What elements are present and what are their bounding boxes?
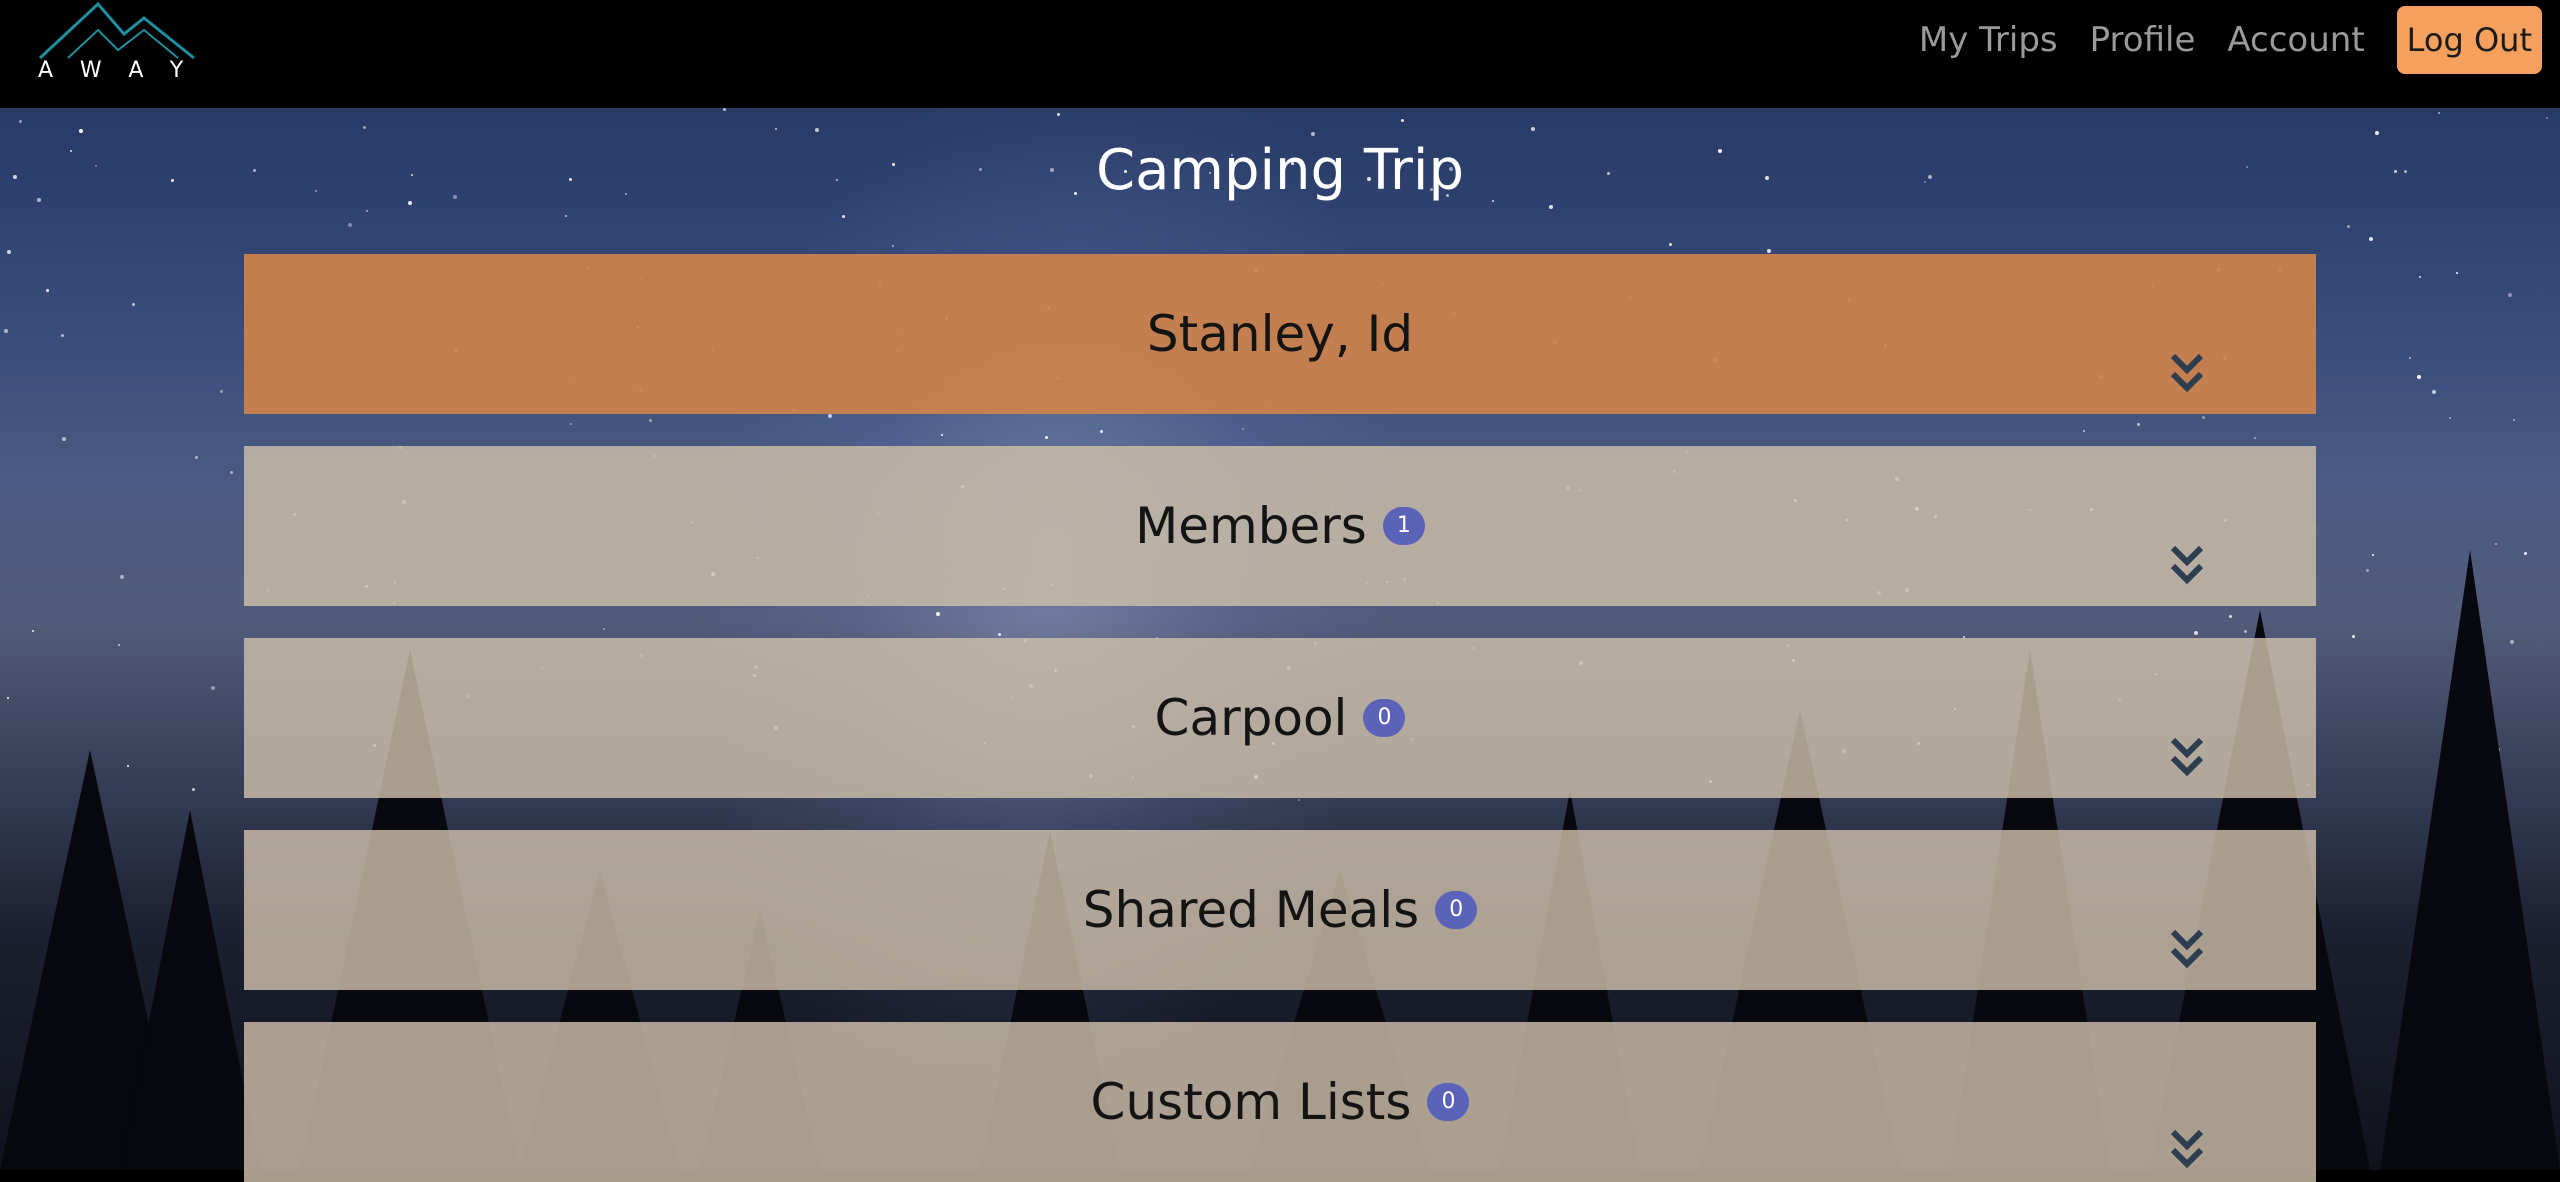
star [120,575,124,579]
star [892,245,894,247]
nav-link-profile[interactable]: Profile [2090,20,2196,60]
star [32,630,34,632]
star [1057,113,1060,116]
star [998,633,1001,636]
star [936,612,940,616]
shared-meals-count-badge: 0 [1435,891,1478,929]
star [2495,543,2497,545]
star [366,210,368,212]
star [2417,375,2421,379]
star [1549,205,1553,209]
star [2372,554,2374,556]
panel-shared-meals-label: Shared Meals [1082,881,1420,939]
members-count-badge: 1 [1382,507,1425,545]
logo-wordmark: AWAY [38,58,212,83]
star [1242,428,1244,430]
logout-button[interactable]: Log Out [2396,6,2542,74]
star [195,456,198,459]
star [363,126,366,129]
carpool-count-badge: 0 [1363,699,1406,737]
star [211,686,215,690]
panel-custom-lists[interactable]: Custom Lists 0 [244,1022,2316,1182]
star [2369,237,2373,241]
star [19,120,22,123]
tree-silhouette [120,810,260,1170]
star [1401,119,1404,122]
mountain-logo-icon [38,1,195,60]
star [2366,569,2369,572]
star [2419,276,2421,278]
star [2254,437,2256,439]
page-title: Camping Trip [1095,138,1465,203]
star [2508,293,2512,297]
panel-members-label: Members [1135,497,1367,555]
star [1100,430,1103,433]
panel-custom-lists-label: Custom Lists [1090,1073,1412,1131]
star [2432,390,2436,394]
star [132,303,135,306]
star [1531,127,1535,131]
star [4,329,8,333]
star [61,334,64,337]
star [192,788,195,791]
chevron-double-down-icon[interactable] [2170,352,2204,394]
chevron-double-down-icon[interactable] [2170,736,2204,778]
star [570,423,572,425]
panel-location[interactable]: Stanley, Id [244,254,2316,414]
star [2347,225,2350,228]
star [118,644,120,646]
panel-shared-meals[interactable]: Shared Meals 0 [244,830,2316,990]
star [2137,423,2140,426]
star [2202,416,2205,419]
star [2449,417,2451,419]
star [1298,799,1300,801]
star [828,414,832,418]
chevron-double-down-icon[interactable] [2170,1128,2204,1170]
tree-silhouette [2380,550,2560,1170]
star [62,437,66,441]
star [603,628,605,630]
away-logo[interactable]: AWAY [38,0,198,88]
chevron-double-down-icon[interactable] [2170,544,2204,586]
star [2456,272,2458,274]
star [2546,117,2548,119]
star [815,128,819,132]
star [1669,243,1672,246]
star [1045,436,1048,439]
star [2409,357,2411,359]
star [46,289,49,292]
star [79,129,83,133]
nav-links: My Trips Profile Account Log Out [1919,6,2542,74]
star [220,390,223,393]
star [1767,249,1771,253]
top-navbar: AWAY My Trips Profile Account Log Out [0,0,2560,108]
star [2375,131,2379,135]
star [2438,112,2440,114]
nav-link-account[interactable]: Account [2227,20,2364,60]
panel-location-label: Stanley, Id [1146,305,1414,363]
star [649,419,652,422]
star [348,223,352,227]
panel-carpool-label: Carpool [1154,689,1348,747]
panel-members[interactable]: Members 1 [244,446,2316,606]
panel-carpool[interactable]: Carpool 0 [244,638,2316,798]
star [1311,132,1315,136]
custom-lists-count-badge: 0 [1427,1083,1470,1121]
star [775,128,777,130]
star [7,697,9,699]
star [2513,419,2515,421]
star [842,215,845,218]
star [230,471,233,474]
star [2083,430,2085,432]
star [565,215,567,217]
star [941,434,943,436]
star [723,108,726,111]
nav-link-my-trips[interactable]: My Trips [1919,20,2058,60]
star [7,250,11,254]
chevron-double-down-icon[interactable] [2170,928,2204,970]
